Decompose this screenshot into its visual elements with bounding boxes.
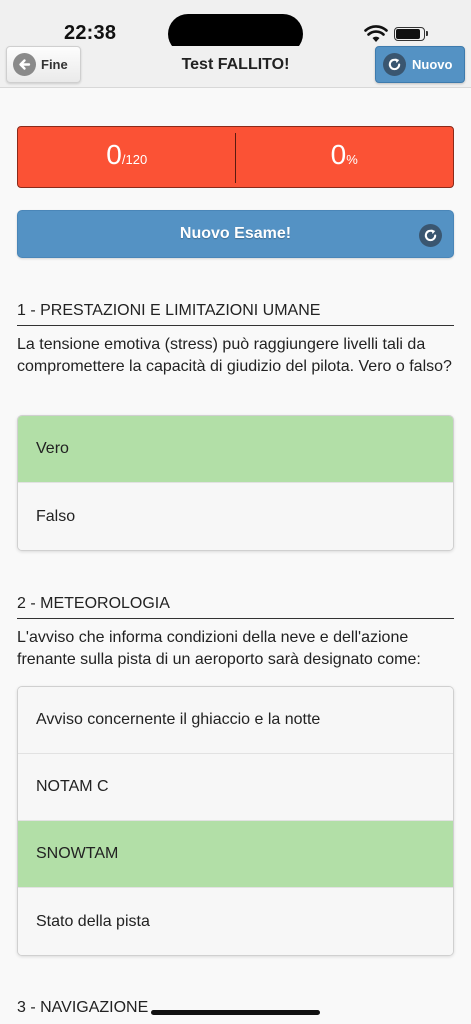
score-percent-value: 0 [330,139,347,170]
battery-icon [394,27,428,41]
status-time: 22:38 [64,22,117,44]
answer-option[interactable]: Stato della pista [18,888,453,955]
refresh-icon [419,224,442,247]
wifi-icon [364,25,388,42]
nav-header: Fine Test FALLITO! Nuovo [0,46,471,88]
score-percent-sign: % [346,152,358,167]
score-correct-value: 0 [106,139,122,170]
answer-option[interactable]: Falso [18,483,453,550]
home-indicator[interactable] [151,1010,320,1015]
score-panel: 0/120 0% [17,126,454,188]
answer-option[interactable]: Avviso concernente il ghiaccio e la nott… [18,687,453,754]
refresh-icon [383,53,406,76]
score-total: /120 [121,152,148,167]
question-text: La tensione emotiva (stress) può raggiun… [17,336,452,375]
question-1: 1 - PRESTAZIONI E LIMITAZIONI UMANE La t… [17,302,454,378]
question-title: 1 - PRESTAZIONI E LIMITAZIONI UMANE [17,302,454,326]
question-text: L'avviso che informa condizioni della ne… [17,629,421,668]
answer-list: Vero Falso [17,415,454,551]
question-2: 2 - METEOROLOGIA L'avviso che informa co… [17,595,454,671]
score-percent: 0% [236,127,454,187]
score-correct: 0/120 [18,127,236,187]
answer-option-correct[interactable]: Vero [18,416,453,483]
answer-option-correct[interactable]: SNOWTAM [18,821,453,888]
answer-list: Avviso concernente il ghiaccio e la nott… [17,686,454,956]
answer-option[interactable]: NOTAM C [18,754,453,821]
nuovo-button-label: Nuovo [412,57,453,72]
status-bar: 22:38 [0,0,471,54]
nuovo-button[interactable]: Nuovo [375,46,465,83]
new-exam-button-label: Nuovo Esame! [179,225,292,242]
question-title: 2 - METEOROLOGIA [17,595,454,619]
new-exam-button[interactable]: Nuovo Esame! [17,210,454,258]
score-divider [235,133,236,183]
